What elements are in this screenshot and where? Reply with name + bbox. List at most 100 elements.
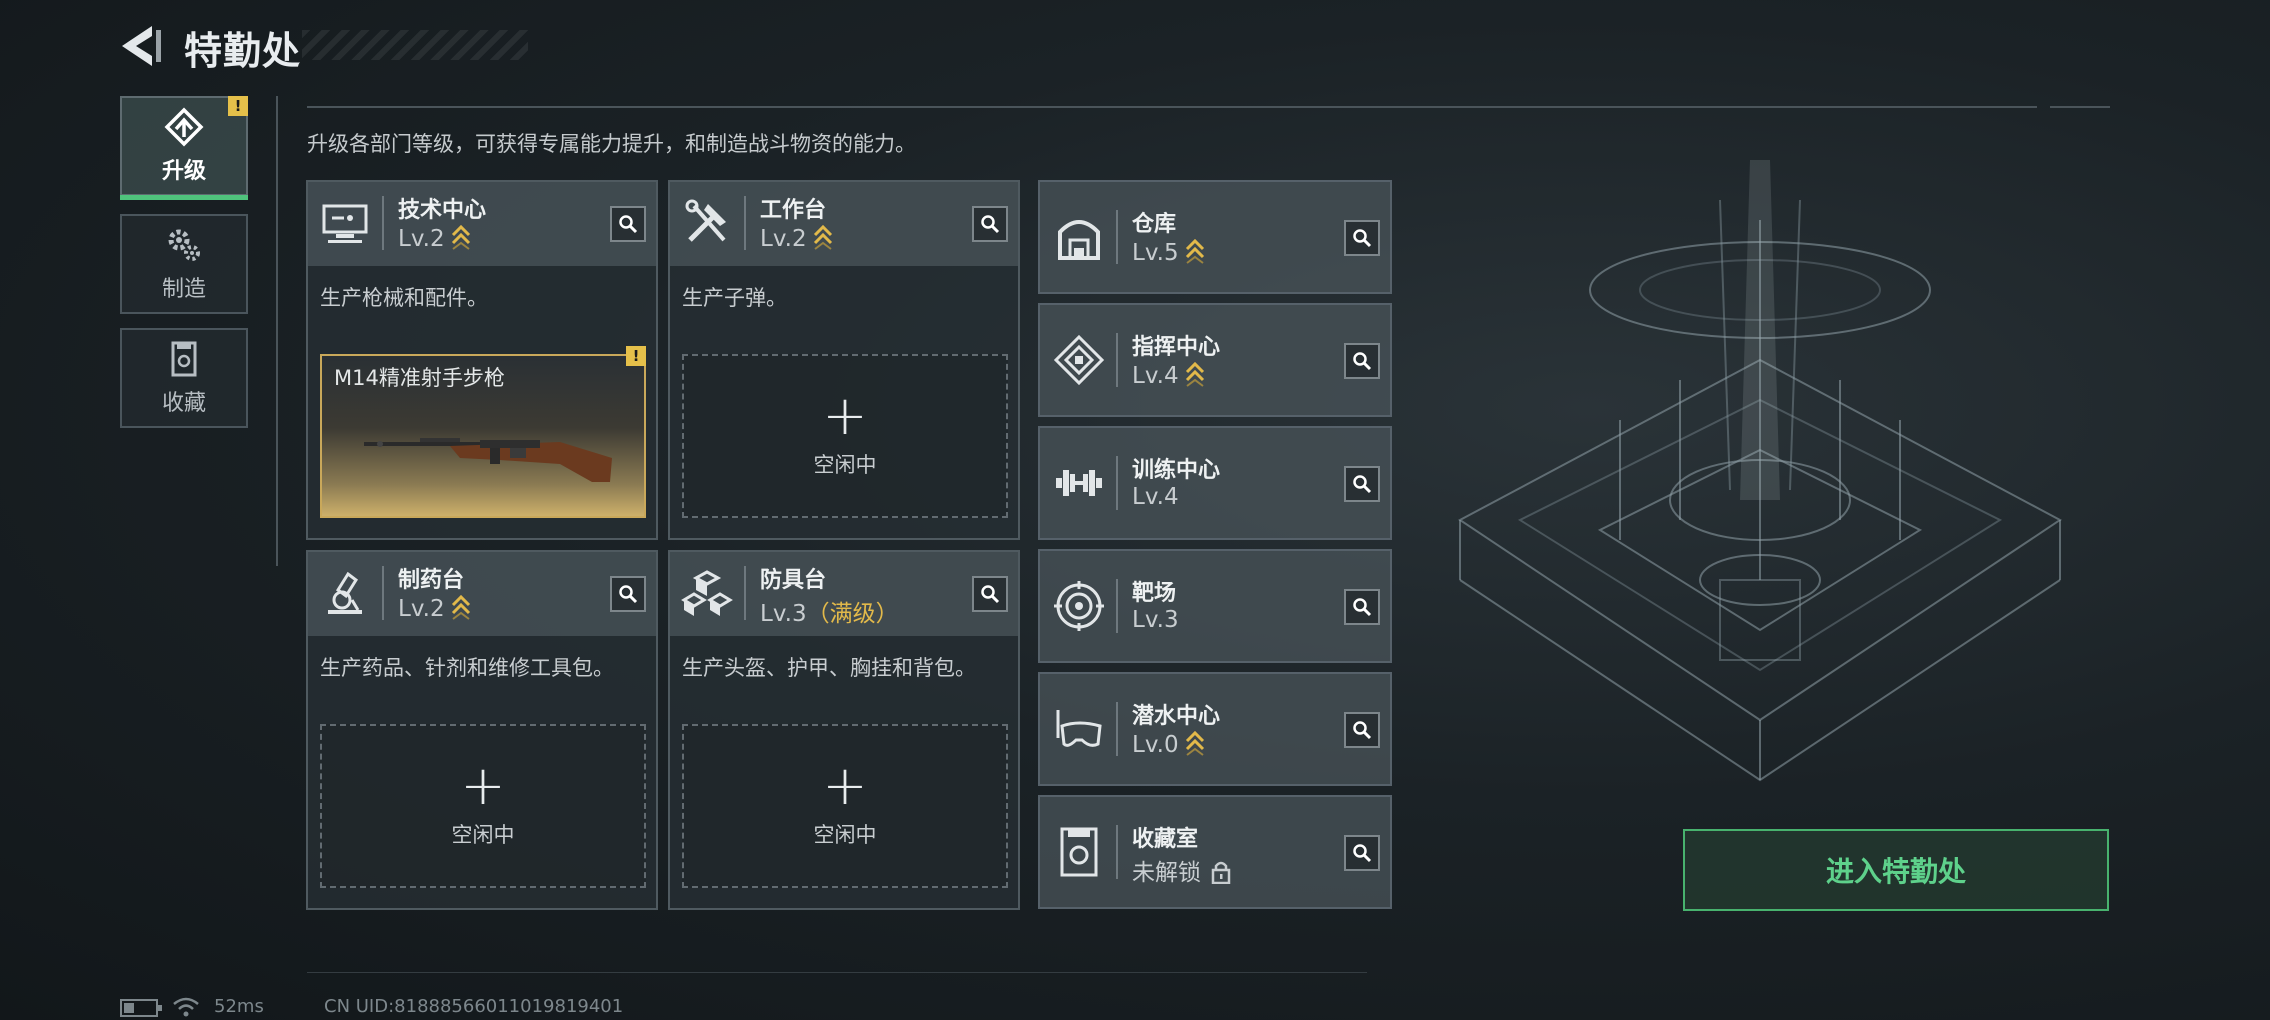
slot-status: 空闲中 (451, 823, 515, 847)
building-collection-room[interactable]: 收藏室 未解锁 (1038, 795, 1392, 909)
building-name: 潜水中心 (1132, 704, 1221, 729)
level-text: Lv.3 (760, 601, 807, 627)
search-button[interactable] (1344, 589, 1380, 625)
slot-status: 空闲中 (813, 453, 877, 477)
card-separator (744, 196, 746, 250)
workshop-level: Lv.2 (398, 594, 471, 622)
crafting-slot-empty[interactable]: + 空闲中 (682, 724, 1008, 888)
search-button[interactable] (1344, 712, 1380, 748)
level-text: Lv.2 (398, 226, 445, 252)
building-level: Lv.4 (1132, 484, 1179, 510)
tools-icon (685, 199, 726, 242)
workshop-level: Lv.3（满级） (760, 594, 899, 628)
card-separator (744, 566, 746, 620)
cubes-icon (681, 570, 733, 616)
workshop-card-armor[interactable]: 防具台 Lv.3（满级） 生产头盔、护甲、胸挂和背包。 + 空闲中 (668, 550, 1020, 910)
upgrade-chevron-icon (1185, 730, 1204, 756)
page-description: 升级各部门等级，可获得专属能力提升，和制造战斗物资的能力。 (307, 132, 916, 156)
search-button[interactable] (610, 576, 646, 612)
wifi-icon (173, 997, 199, 1017)
enter-special-ops-button[interactable]: 进入特勤处 (1683, 829, 2109, 911)
building-level: Lv.4 (1132, 361, 1205, 389)
rifle-image (364, 438, 612, 482)
level-text: Lv.2 (398, 596, 445, 622)
search-button[interactable] (1344, 835, 1380, 871)
top-divider-end (2050, 106, 2110, 108)
crafting-slot-empty[interactable]: + 空闲中 (682, 354, 1008, 518)
lock-icon (1211, 861, 1231, 884)
search-button[interactable] (1344, 220, 1380, 256)
gears-icon (168, 229, 200, 261)
tab-upgrade-alert-badge: ! (228, 96, 248, 116)
back-button[interactable] (118, 22, 166, 70)
workshop-level: Lv.2 (760, 224, 833, 252)
building-training-center[interactable]: 训练中心 Lv.4 (1038, 426, 1392, 540)
max-level-tag: （满级） (806, 601, 899, 627)
microscope-icon (328, 571, 362, 614)
search-icon (1353, 352, 1372, 371)
base-blueprint-image (1458, 160, 2062, 782)
warehouse-icon (1058, 220, 1100, 260)
tab-collection-label: 收藏 (161, 391, 206, 416)
tab-craft[interactable]: 制造 (120, 214, 248, 314)
upgrade-icon (164, 107, 204, 147)
workshop-card-tech-center[interactable]: 技术中心 Lv.2 生产枪械和配件。 ! M14精准射手步枪 (306, 180, 658, 540)
slot-status: 空闲中 (813, 823, 877, 847)
search-button[interactable] (972, 206, 1008, 242)
level-text: Lv.4 (1132, 363, 1179, 389)
building-level: Lv.3 (1132, 607, 1179, 633)
sidebar-divider (276, 96, 278, 566)
search-icon (981, 215, 1000, 234)
card-header: 制药台 Lv.2 (308, 552, 656, 636)
upgrade-chevron-icon (1185, 361, 1204, 387)
tab-collection[interactable]: 收藏 (120, 328, 248, 428)
workshop-name: 技术中心 (398, 198, 487, 223)
upgrade-chevron-icon (1185, 238, 1204, 264)
level-text: Lv.5 (1132, 240, 1179, 266)
workshop-name: 制药台 (398, 568, 465, 593)
search-button[interactable] (1344, 466, 1380, 502)
collection-icon (171, 341, 197, 377)
search-icon (1353, 229, 1372, 248)
workshop-level: Lv.2 (398, 224, 471, 252)
crafting-slot-empty[interactable]: + 空闲中 (320, 724, 646, 888)
building-shooting-range[interactable]: 靶场 Lv.3 (1038, 549, 1392, 663)
card-header: 工作台 Lv.2 (670, 182, 1018, 266)
level-text: Lv.2 (760, 226, 807, 252)
title-decoration (302, 30, 528, 60)
uid-text: CN UID:81888566011019819401 (324, 996, 624, 1017)
workshop-description: 生产药品、针剂和维修工具包。 (320, 656, 614, 680)
building-name: 收藏室 (1132, 827, 1199, 852)
building-command-center[interactable]: 指挥中心 Lv.4 (1038, 303, 1392, 417)
building-level: Lv.5 (1132, 238, 1205, 266)
card-header: 技术中心 Lv.2 (308, 182, 656, 266)
workshop-name: 防具台 (760, 568, 827, 593)
tab-upgrade[interactable]: ! 升级 (120, 96, 248, 200)
ping-text: 52ms (214, 996, 264, 1017)
search-button[interactable] (972, 576, 1008, 612)
computer-icon (322, 204, 368, 243)
command-icon (1053, 334, 1105, 386)
search-icon (1353, 844, 1372, 863)
building-warehouse[interactable]: 仓库 Lv.5 (1038, 180, 1392, 294)
dumbbell-icon (1056, 470, 1102, 496)
building-name: 训练中心 (1132, 458, 1221, 483)
card-separator (382, 566, 384, 620)
card-separator (1116, 456, 1118, 510)
card-header: 防具台 Lv.3（满级） (670, 552, 1018, 636)
level-text: Lv.0 (1132, 732, 1179, 758)
add-plus-icon: + (822, 754, 868, 817)
building-diving-center[interactable]: 潜水中心 Lv.0 (1038, 672, 1392, 786)
top-divider (307, 106, 2037, 108)
workshop-card-pharmacy[interactable]: 制药台 Lv.2 生产药品、针剂和维修工具包。 + 空闲中 (306, 550, 658, 910)
search-icon (619, 585, 638, 604)
search-icon (1353, 721, 1372, 740)
page-title: 特勤处 (184, 29, 302, 73)
workshop-card-workbench[interactable]: 工作台 Lv.2 生产子弹。 + 空闲中 (668, 180, 1020, 540)
search-icon (619, 215, 638, 234)
search-button[interactable] (1344, 343, 1380, 379)
card-separator (1116, 210, 1118, 264)
search-button[interactable] (610, 206, 646, 242)
card-separator (1116, 579, 1118, 633)
crafting-slot-item[interactable]: ! M14精准射手步枪 (320, 346, 646, 518)
